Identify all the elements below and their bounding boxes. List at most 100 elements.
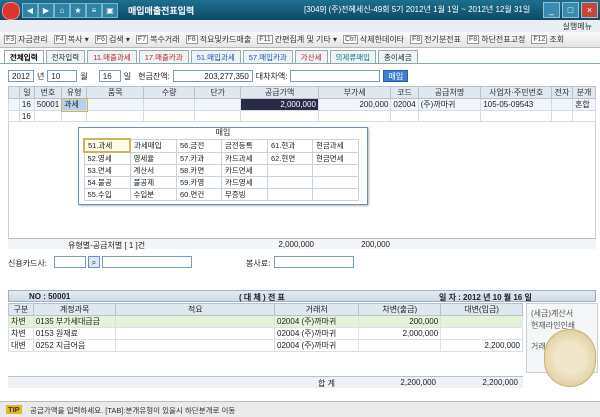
window-icon[interactable]: ▣ <box>102 3 118 18</box>
cell-day[interactable]: 16 <box>18 110 35 122</box>
vcell-party[interactable]: 02004 (주)까마귀 <box>274 339 360 352</box>
home-icon[interactable]: ⌂ <box>54 3 70 18</box>
deleted-data-button[interactable]: Ctrl 삭제한데이타 <box>342 34 404 45</box>
cell-item[interactable] <box>86 98 145 111</box>
option-60[interactable]: 60.면건 <box>176 188 222 201</box>
cell-elec[interactable] <box>551 110 573 122</box>
option-desc[interactable]: 계산서 <box>129 164 177 177</box>
vcell-party[interactable]: 02004 (주)까마귀 <box>274 327 360 340</box>
table-row[interactable]: 16 50001 과세 2,000,000 200,000 02004 (주)까… <box>8 97 597 112</box>
cell-type[interactable]: 과세 <box>60 97 88 112</box>
vcell-div[interactable]: 차변 <box>8 327 34 340</box>
tab-sales-card-taxable[interactable]: 17.매출카과 <box>138 50 189 63</box>
row-check[interactable] <box>8 110 20 122</box>
cell-elec[interactable] <box>551 98 573 111</box>
minimize-icon[interactable]: _ <box>543 2 560 18</box>
option-desc[interactable]: 현금면세 <box>312 151 359 165</box>
vcell-credit[interactable] <box>440 315 523 328</box>
vcell-account[interactable]: 0153 원재료 <box>32 327 117 340</box>
vcell-account[interactable]: 0252 지급어음 <box>32 339 117 352</box>
cell-price[interactable] <box>193 98 242 111</box>
tab-purchase-card-taxable[interactable]: 57.매입카과 <box>242 50 293 63</box>
close-icon[interactable]: × <box>581 2 598 18</box>
option-57[interactable]: 57.카과 <box>176 151 222 165</box>
option-56[interactable]: 56.금전 <box>176 138 222 153</box>
vcell-credit[interactable] <box>440 327 523 340</box>
vcell-memo[interactable] <box>115 315 276 328</box>
vcell-div[interactable]: 대변 <box>8 339 34 352</box>
card-company-code[interactable] <box>54 256 86 268</box>
cell-type[interactable] <box>61 110 88 122</box>
option-desc[interactable]: 수입분 <box>129 188 177 201</box>
back-icon[interactable]: ◀ <box>22 3 38 18</box>
cell-vat[interactable]: 200,000 <box>317 98 392 111</box>
day-field[interactable]: 16 <box>98 70 121 82</box>
cell-journal[interactable]: 혼합 <box>571 98 597 111</box>
vcell-memo[interactable] <box>115 327 276 340</box>
month-select[interactable]: 10 <box>47 70 78 82</box>
tax-invoice-print-button[interactable]: (세금)계산서 <box>531 308 597 319</box>
option-52[interactable]: 52.영세 <box>83 151 131 165</box>
query-button[interactable]: F12 조회 <box>531 34 564 45</box>
option-54[interactable]: 54.불공 <box>83 176 131 189</box>
cell-code[interactable]: 02004 <box>390 98 419 111</box>
table-row[interactable]: 차변 0135 부가세대급금 02004 (주)까마귀 200,000 <box>8 315 523 328</box>
service-charge-field[interactable] <box>274 256 354 268</box>
option-desc[interactable]: 현금과세 <box>312 138 359 153</box>
option-desc[interactable]: 과세매입 <box>129 138 177 153</box>
vcell-account[interactable]: 0135 부가세대급금 <box>32 315 117 328</box>
year-field[interactable]: 2012 <box>8 70 34 82</box>
table-row[interactable]: 16 <box>8 110 597 122</box>
option-61[interactable]: 61.현과 <box>267 138 313 153</box>
col-check[interactable] <box>8 86 20 99</box>
option-62[interactable]: 62.현면 <box>267 151 313 165</box>
search-button[interactable]: F6 검색 ▾ <box>94 34 130 45</box>
option-desc[interactable]: 금전등록 <box>221 138 268 153</box>
option-desc[interactable]: 무증빙 <box>221 188 268 201</box>
tab-additional-tax[interactable]: 가산세 <box>294 50 328 63</box>
maximize-icon[interactable]: □ <box>562 2 579 18</box>
option-desc[interactable]: 영세율 <box>129 151 177 165</box>
cell-vat[interactable] <box>317 110 392 122</box>
search-icon[interactable]: ⌕ <box>88 256 100 268</box>
cell-day[interactable]: 16 <box>18 98 35 111</box>
favorite-icon[interactable]: ★ <box>70 3 86 18</box>
purchase-button[interactable]: 매입 <box>383 70 409 82</box>
tab-sales-taxable[interactable]: 11.매출과세 <box>87 50 137 63</box>
table-row[interactable]: 대변 0252 지급어음 02004 (주)까마귀 2,200,000 <box>8 339 523 352</box>
vcell-debit[interactable]: 2,000,000 <box>358 327 442 340</box>
fund-manage-button[interactable]: F3 자금관리 <box>4 34 48 45</box>
option-desc[interactable]: 카드과세 <box>221 151 268 165</box>
cell-bizno[interactable]: 105-05-09543 <box>480 98 553 111</box>
cell-code[interactable] <box>390 110 419 122</box>
option-51-taxable[interactable]: 51.과세 <box>83 138 131 153</box>
run-menu-link[interactable]: 실행메뉴 <box>563 21 592 32</box>
option-desc[interactable]: 카드영세 <box>221 176 268 189</box>
option-58[interactable]: 58.카면 <box>176 164 222 177</box>
row-check[interactable] <box>8 98 20 111</box>
option-53[interactable]: 53.면세 <box>83 164 131 177</box>
cell-qty[interactable] <box>143 110 195 122</box>
option-desc[interactable]: 불공제 <box>129 176 177 189</box>
copy-button[interactable]: F4 복사 ▾ <box>53 34 89 45</box>
cell-no[interactable] <box>33 110 63 122</box>
option-desc[interactable]: 카드면세 <box>221 164 268 177</box>
cell-item[interactable] <box>86 110 145 122</box>
option-55[interactable]: 55.수입 <box>83 188 131 201</box>
cell-no[interactable]: 50001 <box>33 98 63 111</box>
vcell-debit[interactable]: 200,000 <box>358 315 442 328</box>
vcell-div[interactable]: 차변 <box>8 315 34 328</box>
vcell-memo[interactable] <box>115 339 276 352</box>
table-row[interactable]: 차변 0153 원재료 02004 (주)까마귀 2,000,000 <box>8 327 523 340</box>
memo-card-sales-button[interactable]: F8 적요및카드매출 <box>185 34 251 45</box>
vcell-debit[interactable] <box>358 339 442 352</box>
multi-trade-button[interactable]: F7 복수거래 <box>135 34 180 45</box>
simple-summary-button[interactable]: F11 간편집계 및 기타 ▾ <box>257 34 337 45</box>
cell-supply[interactable] <box>240 110 319 122</box>
card-company-name[interactable] <box>102 256 192 268</box>
tab-paper-tax[interactable]: 종이세금 <box>378 50 418 63</box>
tab-electronic-entry[interactable]: 전자입력 <box>45 50 86 63</box>
forward-icon[interactable]: ▶ <box>38 3 54 18</box>
cell-bizno[interactable] <box>480 110 553 122</box>
cell-journal[interactable] <box>571 110 597 122</box>
